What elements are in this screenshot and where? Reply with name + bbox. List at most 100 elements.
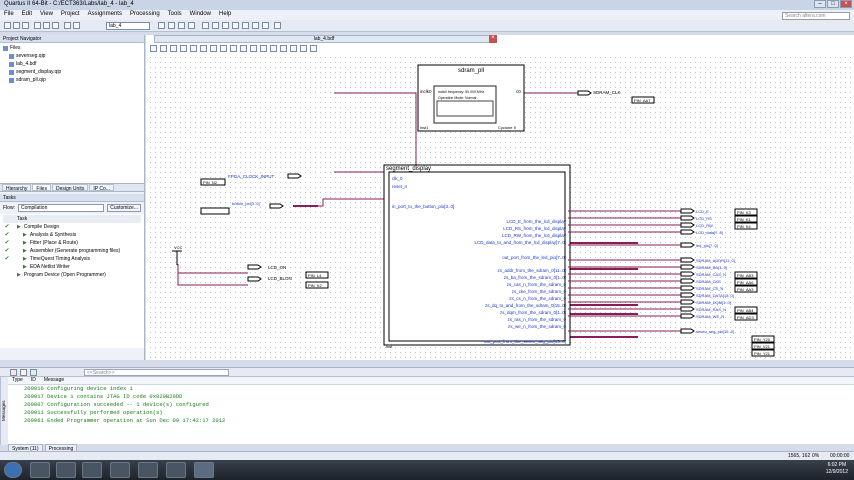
taskbar-app-quartus[interactable] <box>194 462 214 478</box>
minimize-icon[interactable]: – <box>814 0 826 8</box>
menu-view[interactable]: View <box>40 11 53 19</box>
stop-icon[interactable] <box>202 22 209 29</box>
maximize-icon[interactable]: □ <box>827 0 839 8</box>
close-icon[interactable]: × <box>840 0 852 8</box>
symbol-tool-icon[interactable] <box>190 45 197 52</box>
output-pin-symbol[interactable]: SDRAM_CS_N PIN_AA3 <box>568 285 758 293</box>
select-icon[interactable] <box>150 45 157 52</box>
bus-tool-icon[interactable] <box>220 45 227 52</box>
task-run-icon[interactable]: ▶ <box>17 271 21 279</box>
chip-planner-icon[interactable] <box>168 22 175 29</box>
tab-hierarchy[interactable]: Hierarchy <box>2 184 32 192</box>
task-item[interactable]: ✔ ▶ Assembler (Generate programming files) <box>3 247 141 255</box>
message-line[interactable]: 209011 Successfully performed operation(… <box>0 409 854 417</box>
flip-vertical-icon[interactable] <box>290 45 297 52</box>
copy-icon[interactable] <box>43 22 50 29</box>
tab-files[interactable]: Files <box>32 184 51 192</box>
assembler-icon[interactable] <box>242 22 249 29</box>
file-item[interactable]: segment_display.qip <box>3 68 141 76</box>
segment-display-block[interactable]: segment_display clk_0 reset_n in_port_to_t… <box>383 164 571 349</box>
menu-assignments[interactable]: Assignments <box>88 11 122 19</box>
menu-tools[interactable]: Tools <box>168 11 182 19</box>
taskbar-app-ie[interactable] <box>30 462 50 478</box>
sdram-clk-output[interactable]: SDRAM_CLK PIN_AA7 <box>577 90 655 104</box>
task-run-icon[interactable]: ▶ <box>17 223 21 231</box>
line-tool-icon[interactable] <box>240 45 247 52</box>
close-tab-icon[interactable]: × <box>489 35 497 43</box>
menu-file[interactable]: File <box>4 11 14 19</box>
info-filter-icon[interactable] <box>30 369 37 376</box>
task-item[interactable]: ✔ ▶ Analysis & Synthesis <box>3 231 141 239</box>
project-combo[interactable]: lab_4 <box>106 22 150 30</box>
taskbar-app-firefox[interactable] <box>166 462 186 478</box>
task-run-icon[interactable]: ▶ <box>23 255 27 263</box>
message-line[interactable]: 209017 Device 1 contains JTAG ID code 0x… <box>0 393 854 401</box>
paste-icon[interactable] <box>52 22 59 29</box>
tree-root-files[interactable]: Files <box>3 44 141 52</box>
menu-processing[interactable]: Processing <box>130 11 160 19</box>
error-filter-icon[interactable] <box>10 369 17 376</box>
menu-project[interactable]: Project <box>61 11 80 19</box>
rotate-icon[interactable] <box>300 45 307 52</box>
orthogonal-icon[interactable] <box>310 45 317 52</box>
task-item[interactable]: ✔ ▶ Fitter (Place & Route) <box>3 239 141 247</box>
menu-edit[interactable]: Edit <box>22 11 32 19</box>
task-item[interactable]: ▶ Program Device (Open Programmer) <box>3 271 141 279</box>
task-item[interactable]: ✔ ▶ TimeQuest Timing Analysis <box>3 255 141 263</box>
new-icon[interactable] <box>4 22 11 29</box>
customize-button[interactable]: Customize... <box>107 204 141 212</box>
output-pin-symbol[interactable]: seven_seg_pio[15..0] <box>568 328 734 334</box>
conduit-tool-icon[interactable] <box>230 45 237 52</box>
settings-icon[interactable] <box>158 22 165 29</box>
message-line[interactable]: 209061 Ended Programmer operation at Sun… <box>0 417 854 425</box>
tab-lab4-bdf[interactable]: lab_4.bdf × <box>154 35 497 43</box>
redo-icon[interactable] <box>73 22 80 29</box>
message-filter-input[interactable]: <<Search>> <box>84 369 229 376</box>
task-item[interactable]: ▶ EDA Netlist Writer <box>3 263 141 271</box>
file-item[interactable]: lab_4.bdf <box>3 60 141 68</box>
task-run-icon[interactable]: ▶ <box>23 239 27 247</box>
cut-icon[interactable] <box>34 22 41 29</box>
timing-icon[interactable] <box>252 22 259 29</box>
output-pin-symbol[interactable]: LCD_data[7..0] <box>568 229 723 235</box>
task-item[interactable]: ✔ ▶ Compile Design <box>3 223 141 231</box>
task-run-icon[interactable]: ▶ <box>23 231 27 239</box>
menu-help[interactable]: Help <box>219 11 231 19</box>
message-line[interactable]: 209007 Configuration succeeded -- 1 devi… <box>0 401 854 409</box>
open-icon[interactable] <box>13 22 20 29</box>
output-pin-symbol[interactable]: SDRAM_CAS_N PIN_AB3 <box>568 271 758 279</box>
output-pin-symbol[interactable]: SDRAM_ADDR[11..0] <box>568 257 735 263</box>
zoom-icon[interactable] <box>160 45 167 52</box>
warning-filter-icon[interactable] <box>20 369 27 376</box>
rectangle-tool-icon[interactable] <box>250 45 257 52</box>
taskbar-app-media[interactable] <box>82 462 102 478</box>
wire-tool-icon[interactable] <box>210 45 217 52</box>
file-item[interactable]: sdram_pll.qip <box>3 76 141 84</box>
output-pin-symbol[interactable]: LCD_RS PIN_K1 <box>568 215 758 223</box>
vcc-symbol[interactable]: VCC <box>172 245 183 265</box>
input-button[interactable]: button_pio[3..0] <box>200 201 284 215</box>
system-clock[interactable]: 6:02 PM 12/9/2012 <box>826 462 848 476</box>
input-clock[interactable]: FPGA_CLOCK_INPUT PIN_N2 <box>200 173 302 186</box>
text-tool-icon[interactable] <box>180 45 187 52</box>
undo-icon[interactable] <box>64 22 71 29</box>
programmer-icon[interactable] <box>262 22 269 29</box>
block-tool-icon[interactable] <box>200 45 207 52</box>
save-icon[interactable] <box>22 22 29 29</box>
message-line[interactable]: 209016 Configuring device index 1 <box>0 385 854 393</box>
output-pin-symbol[interactable]: SDRAM_CKE PIN_AA6 <box>568 278 758 286</box>
netlist-icon[interactable] <box>274 22 281 29</box>
start-button[interactable] <box>4 462 22 478</box>
file-item[interactable]: sevenseg.qip <box>3 52 141 60</box>
output-pin-symbol[interactable]: SDRAM_DATA[15..0] <box>568 292 734 298</box>
taskbar-app-chrome[interactable] <box>138 462 158 478</box>
fitter-icon[interactable] <box>232 22 239 29</box>
flow-select[interactable]: Compilation <box>17 204 105 212</box>
output-pin-symbol[interactable]: LCD_RW PIN_K4 <box>568 222 758 230</box>
pin-planner-icon[interactable] <box>178 22 185 29</box>
analysis-icon[interactable] <box>222 22 229 29</box>
compile-icon[interactable] <box>212 22 219 29</box>
sdram-pll-block[interactable]: sdram_pll inclk0 c0 inclk0 frequency: 50… <box>417 64 525 132</box>
task-run-icon[interactable]: ▶ <box>23 263 27 271</box>
hand-icon[interactable] <box>170 45 177 52</box>
